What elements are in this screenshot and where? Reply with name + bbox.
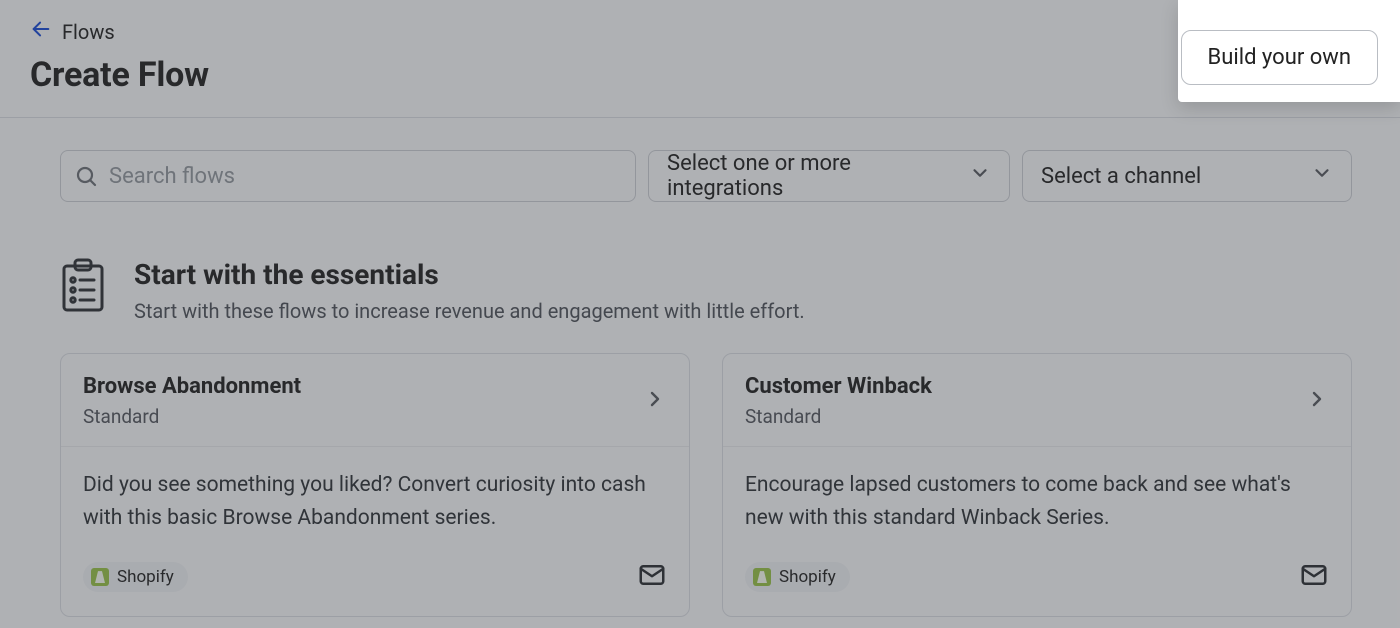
card-header: Customer Winback Standard <box>723 354 1351 447</box>
page-title: Create Flow <box>30 55 1370 95</box>
flow-card-customer-winback[interactable]: Customer Winback Standard Encourage laps… <box>722 353 1352 617</box>
chevron-down-icon <box>1311 162 1333 190</box>
search-icon <box>74 164 98 192</box>
essentials-header: Start with the essentials Start with the… <box>134 258 805 323</box>
shopify-icon <box>91 568 109 586</box>
back-link[interactable]: Flows <box>30 18 115 45</box>
back-link-label: Flows <box>62 20 115 44</box>
cards-row: Browse Abandonment Standard Did you see … <box>60 353 1378 617</box>
search-input-wrap <box>60 150 636 202</box>
integration-label: Shopify <box>779 567 836 587</box>
essentials-heading: Start with the essentials <box>134 258 805 291</box>
mail-icon <box>637 560 667 594</box>
card-footer: Shopify <box>83 560 667 594</box>
essentials-section: Start with the essentials Start with the… <box>60 258 1378 323</box>
channel-select[interactable]: Select a channel <box>1022 150 1352 202</box>
card-description: Encourage lapsed customers to come back … <box>745 469 1329 534</box>
chevron-right-icon <box>643 387 667 415</box>
page-header: Flows Create Flow Build your own <box>0 0 1400 117</box>
card-title: Customer Winback <box>745 374 932 399</box>
chevron-down-icon <box>969 162 991 190</box>
card-body: Encourage lapsed customers to come back … <box>723 447 1351 616</box>
card-title: Browse Abandonment <box>83 374 301 399</box>
card-body: Did you see something you liked? Convert… <box>61 447 689 616</box>
card-tier: Standard <box>83 405 301 428</box>
integration-chip: Shopify <box>745 562 850 592</box>
chevron-right-icon <box>1305 387 1329 415</box>
card-header: Browse Abandonment Standard <box>61 354 689 447</box>
card-footer: Shopify <box>745 560 1329 594</box>
filters-row: Select one or more integrations Select a… <box>60 150 1378 202</box>
flow-card-browse-abandonment[interactable]: Browse Abandonment Standard Did you see … <box>60 353 690 617</box>
search-input[interactable] <box>60 150 636 202</box>
card-description: Did you see something you liked? Convert… <box>83 469 667 534</box>
arrow-left-icon <box>30 18 52 45</box>
mail-icon <box>1299 560 1329 594</box>
clipboard-icon <box>60 258 106 318</box>
main-content: Select one or more integrations Select a… <box>0 118 1400 617</box>
integration-chip: Shopify <box>83 562 188 592</box>
channel-select-label: Select a channel <box>1041 164 1201 189</box>
build-your-own-button[interactable]: Build your own <box>1181 30 1378 85</box>
integrations-select[interactable]: Select one or more integrations <box>648 150 1010 202</box>
essentials-subheading: Start with these flows to increase reven… <box>134 299 805 323</box>
card-tier: Standard <box>745 405 932 428</box>
integration-label: Shopify <box>117 567 174 587</box>
shopify-icon <box>753 568 771 586</box>
integrations-select-label: Select one or more integrations <box>667 151 969 201</box>
